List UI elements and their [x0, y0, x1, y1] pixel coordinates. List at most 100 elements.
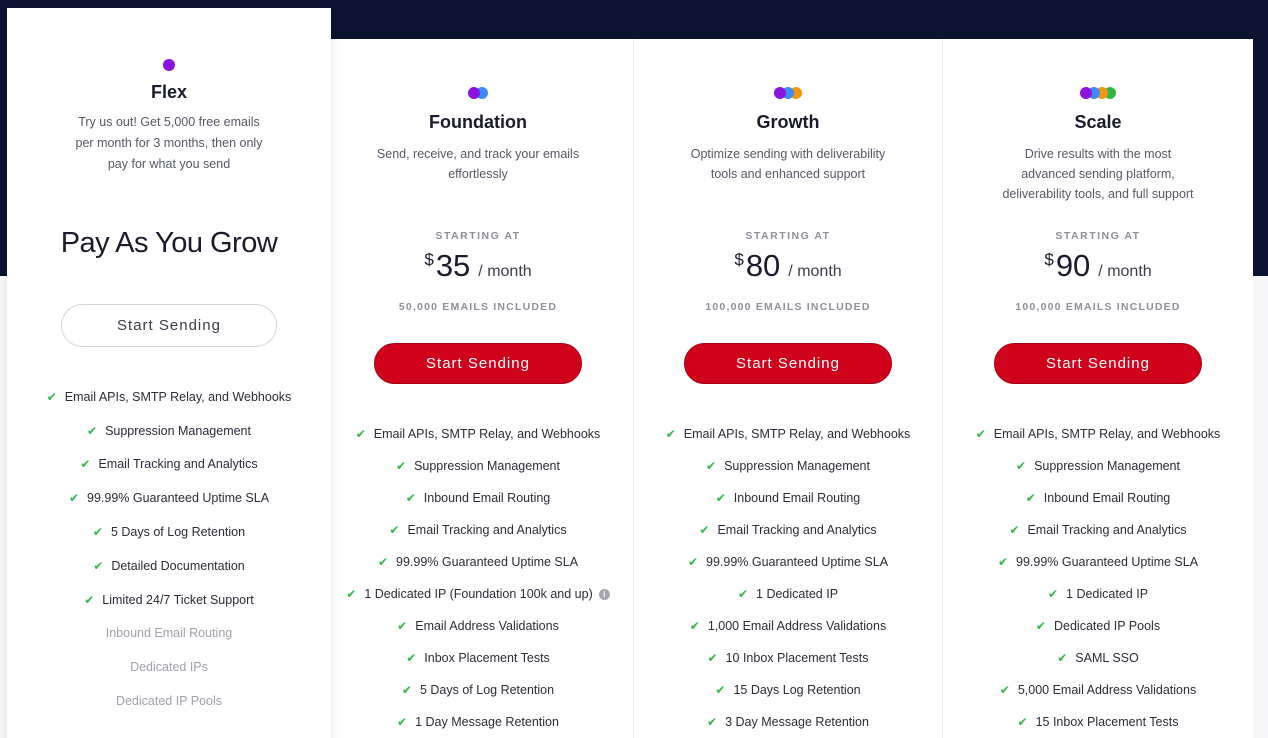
check-icon: ✔: [87, 423, 98, 438]
plan-card-growth: Growth Optimize sending with deliverabil…: [633, 39, 943, 738]
feature-item: ✔ 99.99% Guaranteed Uptime SLA: [7, 481, 331, 515]
feature-label: Email APIs, SMTP Relay, and Webhooks: [993, 427, 1221, 441]
feature-label: 99.99% Guaranteed Uptime SLA: [706, 555, 889, 569]
feature-label: Email APIs, SMTP Relay, and Webhooks: [683, 427, 911, 441]
start-sending-button-foundation[interactable]: Start Sending: [374, 343, 582, 384]
plan-dots-icon: [774, 87, 802, 100]
check-icon: ✔: [975, 427, 986, 441]
check-icon: ✔: [1047, 587, 1059, 601]
feature-label: Dedicated IPs: [130, 660, 208, 675]
feature-label: 1 Dedicated IP: [756, 587, 839, 601]
starting-at-label: STARTING AT: [435, 230, 521, 242]
check-icon: ✔: [377, 555, 388, 569]
feature-label: 5,000 Email Address Validations: [1017, 683, 1197, 697]
feature-item: ✔ 5 Days of Log Retention: [7, 515, 331, 549]
feature-item: ✔ Email Tracking and Analytics: [943, 514, 1253, 546]
feature-item: ✔ 1 Dedicated IP: [633, 578, 943, 610]
feature-item: ✔ 15 Days Log Retention: [633, 674, 943, 706]
feature-item: Dedicated IPs: [7, 650, 331, 684]
check-icon: ✔: [999, 683, 1010, 697]
info-icon[interactable]: i: [598, 588, 610, 600]
feature-label: Inbound Email Routing: [1043, 491, 1171, 505]
plan-dots-icon: [1080, 87, 1116, 100]
feature-item: ✔ Suppression Management: [7, 414, 331, 448]
check-icon: ✔: [1057, 651, 1068, 665]
check-icon: ✔: [405, 491, 416, 505]
feature-item: ✔ 1,000 Email Address Validations: [633, 610, 943, 642]
feature-item: ✔ 10 Inbox Placement Tests: [633, 642, 943, 674]
feature-label: Suppression Management: [414, 459, 560, 473]
plan-description: Optimize sending with deliverability too…: [690, 147, 886, 181]
feature-label: Inbound Email Routing: [105, 626, 233, 641]
feature-label: Email APIs, SMTP Relay, and Webhooks: [373, 427, 601, 441]
plan-price: $ 90 / month: [1044, 248, 1152, 283]
check-icon: ✔: [401, 683, 412, 697]
feature-label: 1 Dedicated IP: [1066, 587, 1149, 601]
feature-item: Inbound Email Routing: [7, 617, 331, 651]
feature-item: ✔ Email Address Validations: [323, 610, 633, 642]
feature-item: ✔ Suppression Management: [633, 450, 943, 482]
plan-dots-icon: [163, 59, 175, 72]
feature-label: 99.99% Guaranteed Uptime SLA: [396, 555, 579, 569]
feature-item: ✔ 3 Day Message Retention: [633, 706, 943, 738]
feature-label: Suppression Management: [1034, 459, 1180, 473]
feature-label: SAML SSO: [1075, 651, 1139, 665]
feature-label: 99.99% Guaranteed Uptime SLA: [1016, 555, 1199, 569]
start-sending-button-flex[interactable]: Start Sending: [61, 304, 277, 347]
feature-label: 1,000 Email Address Validations: [707, 619, 887, 633]
feature-item: Dedicated IP Pools: [7, 684, 331, 718]
check-icon: ✔: [707, 651, 718, 665]
plan-card-flex: Flex Try us out! Get 5,000 free emails p…: [7, 8, 331, 738]
check-icon: ✔: [93, 558, 104, 573]
starting-at-label: STARTING AT: [745, 230, 831, 242]
start-sending-button-growth[interactable]: Start Sending: [684, 343, 892, 384]
feature-label: 5 Days of Log Retention: [419, 683, 555, 697]
plan-dot: [468, 87, 480, 99]
check-icon: ✔: [997, 555, 1008, 569]
check-icon: ✔: [689, 619, 700, 633]
check-icon: ✔: [68, 491, 79, 506]
feature-item: ✔ SAML SSO: [943, 642, 1253, 674]
emails-included-label: 100,000 EMAILS INCLUDED: [1015, 301, 1181, 313]
feature-label: Limited 24/7 Ticket Support: [102, 592, 254, 607]
feature-list: ✔ Email APIs, SMTP Relay, and Webhooks ✔ Su…: [323, 418, 633, 738]
check-icon: ✔: [389, 523, 400, 537]
feature-item: ✔ 5 Days of Log Retention: [323, 674, 633, 706]
start-sending-button-scale[interactable]: Start Sending: [994, 343, 1202, 384]
feature-item: ✔ Limited 24/7 Ticket Support: [7, 583, 331, 617]
feature-label: Inbound Email Routing: [423, 491, 551, 505]
feature-item: ✔ 1 Dedicated IP: [943, 578, 1253, 610]
check-icon: ✔: [699, 523, 710, 537]
check-icon: ✔: [715, 683, 726, 697]
plan-card-scale: Scale Drive results with the most advanc…: [943, 39, 1253, 738]
feature-item: ✔ Email APIs, SMTP Relay, and Webhooks: [7, 380, 331, 414]
feature-item: ✔ Email Tracking and Analytics: [323, 514, 633, 546]
check-icon: ✔: [1016, 459, 1027, 473]
feature-label: Suppression Management: [724, 459, 870, 473]
feature-label: Inbound Email Routing: [733, 491, 861, 505]
plan-description: Drive results with the most advanced sen…: [1002, 147, 1194, 201]
plan-price: $ 35 / month: [424, 248, 532, 283]
plan-card-foundation: Foundation Send, receive, and track your…: [323, 39, 633, 738]
feature-item: ✔ Suppression Management: [323, 450, 633, 482]
feature-label: Email Tracking and Analytics: [1027, 523, 1187, 537]
plan-name: Foundation: [429, 112, 527, 132]
feature-label: 99.99% Guaranteed Uptime SLA: [87, 491, 270, 506]
check-icon: ✔: [84, 592, 95, 607]
feature-label: 1 Dedicated IP (Foundation 100k and up): [364, 587, 593, 601]
plan-headline: Pay As You Grow: [60, 227, 278, 259]
feature-label: Suppression Management: [105, 423, 251, 438]
plan-dot: [163, 59, 175, 71]
feature-item: ✔ 15 Inbox Placement Tests: [943, 706, 1253, 738]
feature-list: ✔ Email APIs, SMTP Relay, and Webhooks ✔ Su…: [7, 380, 331, 718]
plan-price: $ 80 / month: [734, 248, 842, 283]
feature-item: ✔ Email APIs, SMTP Relay, and Webhooks: [943, 418, 1253, 450]
feature-label: Dedicated IP Pools: [1053, 619, 1161, 633]
feature-label: 15 Inbox Placement Tests: [1035, 715, 1179, 729]
feature-item: ✔ Inbox Placement Tests: [323, 642, 633, 674]
feature-item: ✔ Email Tracking and Analytics: [633, 514, 943, 546]
feature-item: ✔ Email Tracking and Analytics: [7, 448, 331, 482]
feature-label: 5 Days of Log Retention: [110, 525, 246, 540]
feature-label: Email Tracking and Analytics: [717, 523, 877, 537]
plan-dots-icon: [468, 87, 488, 100]
